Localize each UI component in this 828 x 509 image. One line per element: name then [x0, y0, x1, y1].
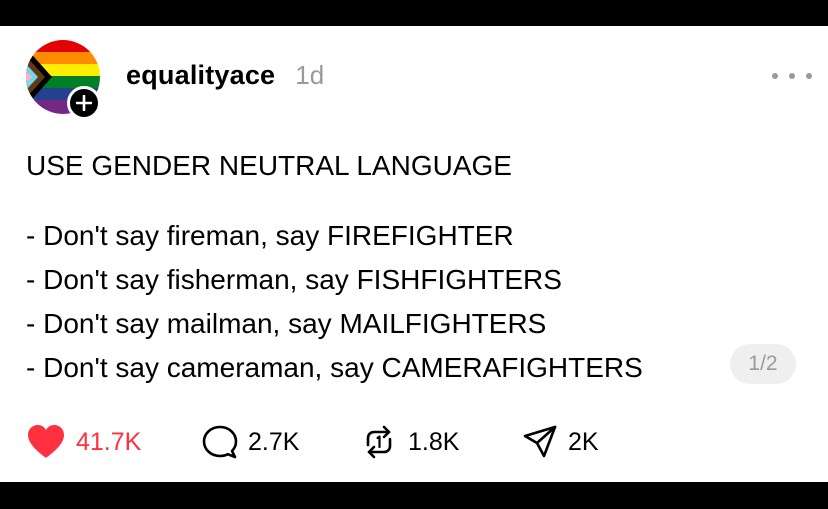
post-card: equalityace 1d USE GENDER NEUTRAL LANGUA… — [0, 26, 828, 482]
reply-count: 2.7K — [248, 427, 300, 456]
repost-icon — [366, 425, 392, 459]
timestamp[interactable]: 1d — [295, 60, 324, 91]
heart-icon — [28, 425, 64, 458]
like-button[interactable]: 41.7K — [26, 424, 202, 460]
page-indicator: 1/2 — [730, 344, 796, 384]
more-options-icon[interactable] — [772, 66, 812, 86]
post-body: - Don't say fireman, say FIREFIGHTER - D… — [26, 214, 643, 390]
plus-icon — [76, 95, 92, 111]
more-dot — [772, 73, 778, 79]
share-button[interactable]: 2K — [522, 424, 599, 460]
post-header: equalityace 1d — [126, 60, 324, 96]
post-line: - Don't say cameraman, say CAMERAFIGHTER… — [26, 352, 643, 383]
post-headline: USE GENDER NEUTRAL LANGUAGE — [26, 150, 512, 181]
more-dot — [789, 73, 795, 79]
post-line: - Don't say fireman, say FIREFIGHTER — [26, 220, 514, 251]
like-count: 41.7K — [76, 427, 142, 456]
share-count: 2K — [568, 427, 599, 456]
share-icon — [523, 425, 557, 458]
post-line: - Don't say mailman, say MAILFIGHTERS — [26, 308, 547, 339]
comment-icon — [202, 425, 238, 459]
action-bar: 41.7K 2.7K 1.8K 2K — [26, 424, 599, 460]
more-dot — [806, 73, 812, 79]
repost-button[interactable]: 1.8K — [360, 424, 522, 460]
reply-button[interactable]: 2.7K — [202, 424, 360, 460]
post-line: - Don't say fisherman, say FISHFIGHTERS — [26, 264, 562, 295]
follow-button[interactable] — [67, 86, 101, 120]
repost-count: 1.8K — [408, 427, 460, 456]
username[interactable]: equalityace — [126, 60, 275, 91]
